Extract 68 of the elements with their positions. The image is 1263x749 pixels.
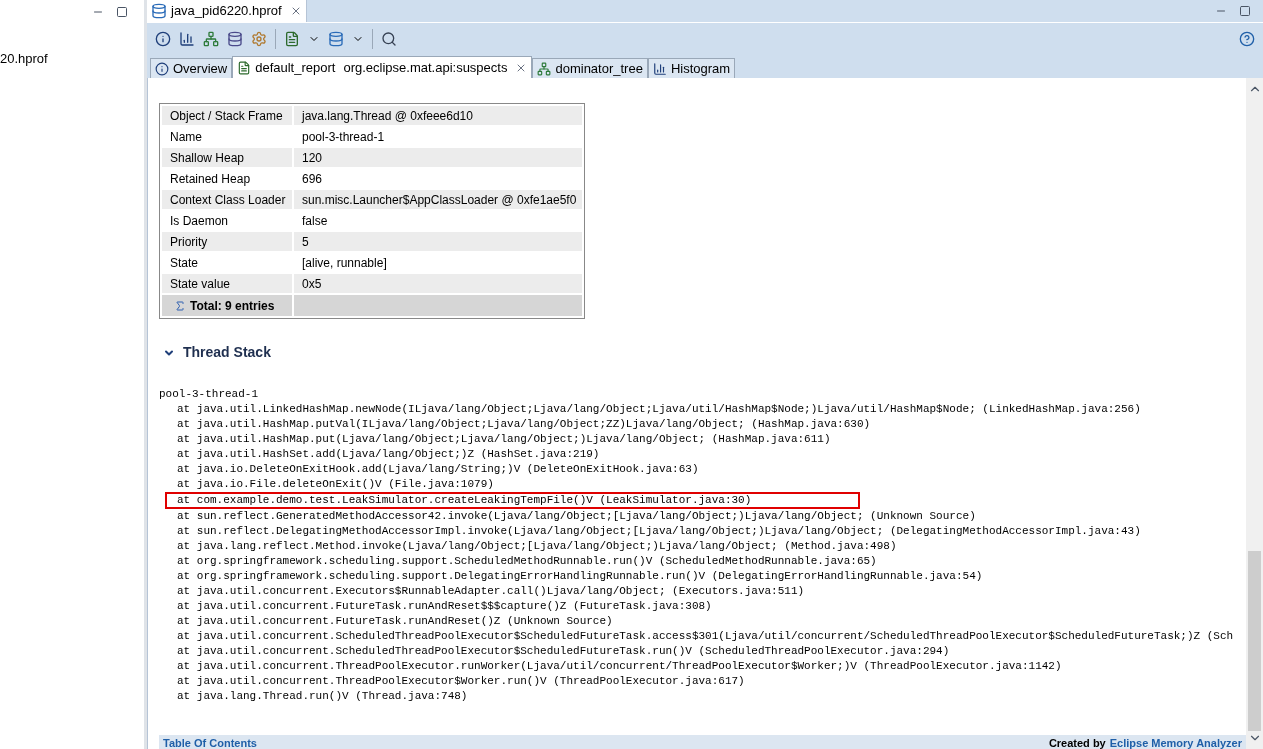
database-icon xyxy=(151,3,167,19)
table-cell-text: false xyxy=(301,212,329,230)
view-tab[interactable]: Histogram xyxy=(647,58,736,78)
table-cell: Retained Heap xyxy=(162,169,294,188)
credit-link[interactable]: Eclipse Memory Analyzer xyxy=(1109,738,1242,749)
stack-frame: at java.util.concurrent.ThreadPoolExecutor.runWorker(Ljava/util/concurrent/ThreadPoolExecutor$Worker;)V (ThreadPoolExecutor.java:1142) xyxy=(165,659,1246,674)
info-icon xyxy=(155,61,169,76)
stack-frame: at java.util.concurrent.ScheduledThreadPoolExecutor$ScheduledFutureTask.run()V (ScheduledThreadPoolExecutor.java:294) xyxy=(165,644,1246,659)
total-label: Total: 9 entries xyxy=(190,297,275,315)
stack-frame: at java.util.concurrent.Executors$RunnableAdapter.call()Ljava/lang/Object; (Executors.java:511) xyxy=(165,584,1246,599)
stack-frame: at java.util.concurrent.ScheduledThreadPoolExecutor$ScheduledFutureTask.access$301(Ljava/util/concurrent/ScheduledThreadPoolExecutor$ScheduledFutureTask;)Z (Sch xyxy=(165,629,1246,644)
scrollbar[interactable] xyxy=(1246,78,1263,749)
stack-frame: at java.lang.reflect.Method.invoke(Ljava/lang/Object;[Ljava/lang/Object;)Ljava/lang/Object; (Method.java:498) xyxy=(165,539,1246,554)
report-icon xyxy=(237,60,252,75)
stack-frame: at java.util.concurrent.FutureTask.runAndReset()Z (Unknown Source) xyxy=(165,614,1246,629)
search-icon[interactable] xyxy=(381,30,397,47)
stack-frame: at java.util.concurrent.ThreadPoolExecutor$Worker.run()V (ThreadPoolExecutor.java:617) xyxy=(165,674,1246,689)
stack-frame: at org.springframework.scheduling.support.DelegatingErrorHandlingRunnable.run()V (DelegatingErrorHandlingRunnable.java:54) xyxy=(165,569,1246,584)
help-icon[interactable] xyxy=(1239,30,1255,47)
table-cell-text: 0x5 xyxy=(301,275,323,293)
view-tab[interactable]: default_report org.eclipse.mat.api:suspects xyxy=(232,56,533,78)
report-icon[interactable] xyxy=(284,30,300,47)
stack-frame: at java.util.HashSet.add(Ljava/lang/Object;)Z (HashSet.java:219) xyxy=(165,447,1246,462)
table-cell-text: [alive, runnable] xyxy=(301,254,388,272)
table-cell-text: pool-3-thread-1 xyxy=(301,128,386,146)
stack-frame: at java.io.File.deleteOnExit()V (File.java:1079) xyxy=(165,477,1246,492)
stack-frame: at com.example.demo.test.LeakSimulator.createLeakingTempFile()V (LeakSimulator.java:30) xyxy=(165,492,860,509)
bar-chart-icon[interactable] xyxy=(179,30,195,47)
table-cell-text: java.lang.Thread @ 0xfeee6d10 xyxy=(300,107,474,125)
stack-frame: at java.lang.Thread.run()V (Thread.java:748) xyxy=(165,689,1246,704)
settings-icon[interactable] xyxy=(251,30,267,47)
stack-frame: at sun.reflect.GeneratedMethodAccessor42.invoke(Ljava/lang/Object;[Ljava/lang/Object;)Ljava/lang/Object; (Unknown Source) xyxy=(165,509,1246,524)
table-cell-text: 696 xyxy=(301,170,324,188)
stack-frame: at java.util.LinkedHashMap.newNode(ILjava/lang/Object;Ljava/lang/Object;Ljava/util/HashMap$Node;)Ljava/util/HashMap$Node; (LinkedHashMap.java:256) xyxy=(165,402,1246,417)
stack-frame: at java.util.HashMap.put(Ljava/lang/Object;Ljava/lang/Object;)Ljava/lang/Object; (HashMap.java:611) xyxy=(165,432,1246,447)
scroll-thumb[interactable] xyxy=(1248,551,1261,731)
editor-tab[interactable]: java_pid6220.hprof xyxy=(147,0,307,22)
table-cell: State value xyxy=(162,274,294,293)
file-item[interactable]: 20.hprof xyxy=(0,49,144,69)
table-cell: State xyxy=(162,253,294,272)
info-icon[interactable] xyxy=(155,30,171,47)
stack-frame: at org.springframework.scheduling.support.ScheduledMethodRunnable.run()V (ScheduledMethodRunnable.java:65) xyxy=(165,554,1246,569)
view-tab[interactable]: dominator_tree xyxy=(532,58,648,78)
table-cell: Priority xyxy=(162,232,294,251)
table-cell: Object / Stack Frame xyxy=(162,106,294,125)
maximize-icon[interactable] xyxy=(1239,5,1251,17)
thread-name: pool-3-thread-1 xyxy=(159,387,260,402)
table-cell-text: 5 xyxy=(301,233,310,251)
sum-icon xyxy=(174,299,186,312)
table-cell: Is Daemon xyxy=(162,211,294,230)
stack-frame: at java.util.concurrent.FutureTask.runAndReset$$$capture()Z (FutureTask.java:308) xyxy=(165,599,1246,614)
bar-chart-icon xyxy=(652,61,667,76)
tree-icon[interactable] xyxy=(203,30,219,47)
section-title[interactable]: Thread Stack xyxy=(183,342,271,363)
tree-icon xyxy=(537,61,552,76)
stack-frame: at java.util.HashMap.putVal(ILjava/lang/Object;Ljava/lang/Object;ZZ)Ljava/lang/Object; (HashMap.java:630) xyxy=(165,417,1246,432)
table-cell: Shallow Heap xyxy=(162,148,294,167)
table-cell-text: sun.misc.Launcher$AppClassLoader @ 0xfe1ae5f0 xyxy=(301,191,578,209)
table-cell: Context Class Loader xyxy=(162,190,294,209)
view-tab[interactable]: Overview xyxy=(150,58,233,78)
maximize-icon[interactable] xyxy=(116,6,128,18)
table-cell: Name xyxy=(162,127,294,146)
contents-link[interactable]: Table Of Contents xyxy=(163,738,257,749)
credit-label: Created by xyxy=(1048,738,1106,749)
table-cell-text: 120 xyxy=(301,149,324,167)
stack-frame: at sun.reflect.DelegatingMethodAccessorImpl.invoke(Ljava/lang/Object;[Ljava/lang/Object;)Ljava/lang/Object; (DelegatingMethodAccessorImpl.java:43) xyxy=(165,524,1246,539)
database-icon[interactable] xyxy=(328,30,344,47)
stack-frame: at java.io.DeleteOnExitHook.add(Ljava/lang/String;)V (DeleteOnExitHook.java:63) xyxy=(165,462,1246,477)
